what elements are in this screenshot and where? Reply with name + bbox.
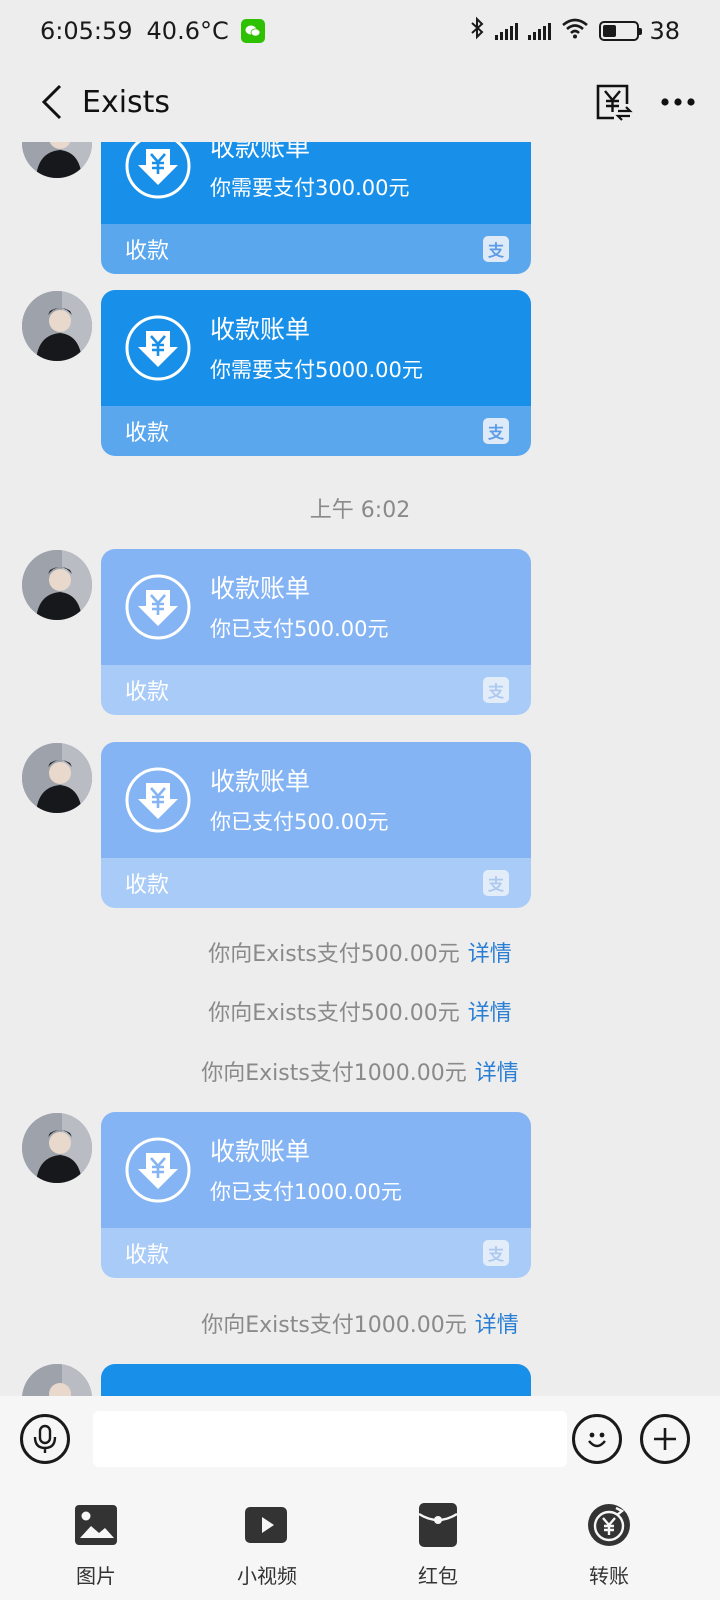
- input-bar: [0, 1396, 720, 1482]
- yuan-download-icon: [125, 315, 191, 381]
- battery-level: 38: [649, 17, 680, 45]
- payment-notice-text: 你向Exists支付1000.00元: [201, 1061, 467, 1086]
- tool-red-packet[interactable]: 红包: [378, 1502, 498, 1589]
- payment-notice: 你向Exists支付1000.00元 详情: [0, 1055, 720, 1087]
- avatar[interactable]: [22, 743, 92, 813]
- avatar[interactable]: [22, 1364, 92, 1396]
- tool-label: 小视频: [237, 1564, 297, 1588]
- yuan-download-icon: [125, 142, 191, 199]
- card-desc: 你已支付500.00元: [210, 617, 389, 641]
- time-divider: 上午 6:02: [309, 498, 411, 523]
- chat-header: Exists: [0, 62, 720, 142]
- alipay-icon: 支: [483, 870, 509, 896]
- status-bar: 6:05:59 40.6°C 38: [0, 0, 720, 62]
- yuan-download-icon: [125, 574, 191, 640]
- details-link[interactable]: 详情: [468, 942, 512, 967]
- alipay-icon: 支: [483, 677, 509, 703]
- signal-icon: [495, 22, 519, 40]
- plus-icon: [654, 1428, 676, 1450]
- avatar[interactable]: [22, 291, 92, 361]
- video-icon: [244, 1502, 290, 1548]
- yuan-transfer-icon: [596, 84, 633, 121]
- message-input[interactable]: [93, 1411, 567, 1467]
- card-footer-label: 收款: [125, 1243, 170, 1268]
- card-title: 收款账单: [210, 1137, 311, 1166]
- details-link[interactable]: 详情: [475, 1061, 519, 1086]
- details-link[interactable]: 详情: [475, 1313, 519, 1338]
- more-button[interactable]: [660, 97, 696, 107]
- red-packet-icon: [415, 1502, 461, 1548]
- bluetooth-icon: [469, 16, 485, 46]
- microphone-icon: [33, 1424, 57, 1453]
- card-title: 收款账单: [210, 574, 311, 603]
- card-footer-label: 收款: [125, 421, 170, 446]
- status-time: 6:05:59: [40, 17, 133, 45]
- payment-notice: 你向Exists支付500.00元 详情: [0, 995, 720, 1027]
- tool-label: 图片: [76, 1564, 116, 1588]
- avatar[interactable]: [22, 142, 92, 178]
- alipay-icon: 支: [483, 236, 509, 262]
- status-temperature: 40.6°C: [146, 17, 229, 45]
- avatar[interactable]: [22, 550, 92, 620]
- collect-card[interactable]: 收款账单 你已支付1000.00元 收款 支: [101, 1112, 531, 1278]
- wifi-icon: [561, 17, 589, 45]
- card-title: 收款账单: [210, 767, 311, 796]
- signal-icon-2: [528, 22, 552, 40]
- chat-messages[interactable]: 收款账单 你需要支付300.00元 收款 支 收款账单 你需要支付5000.00…: [0, 142, 720, 1396]
- feature-toolbar: 图片 小视频 红包 转账: [0, 1482, 720, 1600]
- tool-label: 转账: [589, 1564, 629, 1588]
- card-desc: 你需要支付300.00元: [210, 176, 410, 200]
- card-desc: 你已支付500.00元: [210, 810, 389, 834]
- details-link[interactable]: 详情: [468, 1001, 512, 1026]
- alipay-icon: 支: [483, 1240, 509, 1266]
- yuan-download-icon: [125, 1137, 191, 1203]
- chevron-left-icon: [41, 84, 62, 120]
- back-button[interactable]: [22, 72, 82, 132]
- more-dots-icon: [661, 98, 695, 106]
- tool-image[interactable]: 图片: [36, 1502, 156, 1589]
- voice-button[interactable]: [20, 1414, 70, 1464]
- avatar[interactable]: [22, 1113, 92, 1183]
- card-title: 收款账单: [210, 315, 311, 344]
- payment-notice-text: 你向Exists支付500.00元: [208, 1001, 460, 1026]
- transfer-bill-button[interactable]: [594, 82, 634, 122]
- battery-icon: [599, 21, 643, 41]
- card-title: 收款账单: [210, 142, 311, 162]
- collect-card[interactable]: 收款账单 你需要支付300.00元 收款 支: [101, 142, 531, 274]
- payment-notice-text: 你向Exists支付1000.00元: [201, 1313, 467, 1338]
- card-desc: 你需要支付5000.00元: [210, 358, 423, 382]
- wechat-icon: [240, 19, 265, 43]
- chat-title: Exists: [82, 84, 171, 120]
- collect-card[interactable]: 收款账单 你需要支付5000.00元 收款 支: [101, 290, 531, 456]
- status-indicators: 38: [469, 16, 680, 46]
- card-desc: 你已支付1000.00元: [210, 1180, 402, 1204]
- yuan-download-icon: [125, 767, 191, 833]
- transfer-icon: [586, 1502, 632, 1548]
- tool-transfer[interactable]: 转账: [549, 1502, 669, 1589]
- tool-label: 红包: [418, 1564, 458, 1588]
- plus-button[interactable]: [640, 1414, 690, 1464]
- collect-card[interactable]: [101, 1364, 531, 1396]
- card-footer-label: 收款: [125, 873, 170, 898]
- alipay-icon: 支: [483, 418, 509, 444]
- collect-card[interactable]: 收款账单 你已支付500.00元 收款 支: [101, 742, 531, 908]
- smiley-icon: [588, 1432, 606, 1448]
- payment-notice-text: 你向Exists支付500.00元: [208, 942, 460, 967]
- card-footer-label: 收款: [125, 239, 170, 264]
- payment-notice: 你向Exists支付500.00元 详情: [0, 936, 720, 968]
- collect-card[interactable]: 收款账单 你已支付500.00元 收款 支: [101, 549, 531, 715]
- card-footer-label: 收款: [125, 680, 170, 705]
- emoji-button[interactable]: [572, 1414, 622, 1464]
- tool-video[interactable]: 小视频: [207, 1502, 327, 1589]
- image-icon: [73, 1502, 119, 1548]
- payment-notice: 你向Exists支付1000.00元 详情: [0, 1307, 720, 1339]
